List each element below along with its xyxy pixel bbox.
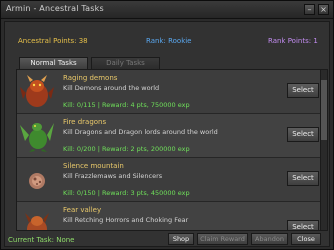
select-task-button[interactable]: Select [287, 171, 319, 186]
minimize-button[interactable]: – [304, 4, 315, 15]
task-description: Kill Retching Horrors and Choking Fear [63, 216, 189, 224]
task-name: Raging demons [63, 74, 118, 82]
task-row: Fear valley Kill Retching Horrors and Ch… [17, 202, 320, 230]
task-row: Raging demons Kill Demons around the wor… [17, 70, 320, 114]
demon-icon [20, 75, 54, 107]
task-list: Raging demons Kill Demons around the wor… [16, 69, 321, 231]
footer-bar: Current Task: None Shop Claim Reward Aba… [6, 233, 330, 247]
task-reward: Kill: 0/115 | Reward: 4 pts, 750000 exp [63, 101, 190, 109]
task-name: Fire dragons [63, 118, 107, 126]
task-list-scrollbar[interactable] [320, 69, 328, 231]
task-reward: Kill: 0/200 | Reward: 2 pts, 200000 exp [63, 145, 190, 153]
window-title: Armin - Ancestral Tasks [6, 4, 104, 13]
task-row: Silence mountain Kill Frazzlemaws and Si… [17, 158, 320, 202]
select-task-button[interactable]: Select [287, 220, 319, 230]
ancestral-tasks-window: Armin - Ancestral Tasks – × Ancestral Po… [0, 0, 334, 250]
rank-points: Rank Points: 1 [268, 37, 318, 45]
claim-reward-button[interactable]: Claim Reward [197, 233, 248, 245]
close-window-button[interactable]: × [318, 4, 329, 15]
abandon-button[interactable]: Abandon [251, 233, 288, 245]
silencer-icon [29, 173, 45, 189]
select-task-button[interactable]: Select [287, 83, 319, 98]
scrollbar-thumb[interactable] [321, 80, 327, 140]
close-button[interactable]: Close [291, 233, 321, 245]
current-task-label: Current Task: None [8, 236, 75, 244]
points-bar: Ancestral Points: 38 Rank: Rookie Rank P… [6, 34, 328, 48]
task-description: Kill Demons around the world [63, 84, 160, 92]
select-task-button[interactable]: Select [287, 127, 319, 142]
task-reward: Kill: 0/150 | Reward: 3 pts, 450000 exp [63, 189, 190, 197]
rank-label: Rank: Rookie [146, 37, 192, 45]
title-bar[interactable]: Armin - Ancestral Tasks – × [1, 1, 333, 19]
task-description: Kill Frazzlemaws and Silencers [63, 172, 163, 180]
shop-button[interactable]: Shop [168, 233, 194, 245]
task-description: Kill Dragons and Dragon lords around the… [63, 128, 218, 136]
fear-creature-icon [25, 213, 49, 230]
task-name: Fear valley [63, 206, 102, 214]
ancestral-points: Ancestral Points: 38 [18, 37, 88, 45]
task-row: Fire dragons Kill Dragons and Dragon lor… [17, 114, 320, 158]
task-name: Silence mountain [63, 162, 124, 170]
dragon-icon [20, 123, 54, 152]
